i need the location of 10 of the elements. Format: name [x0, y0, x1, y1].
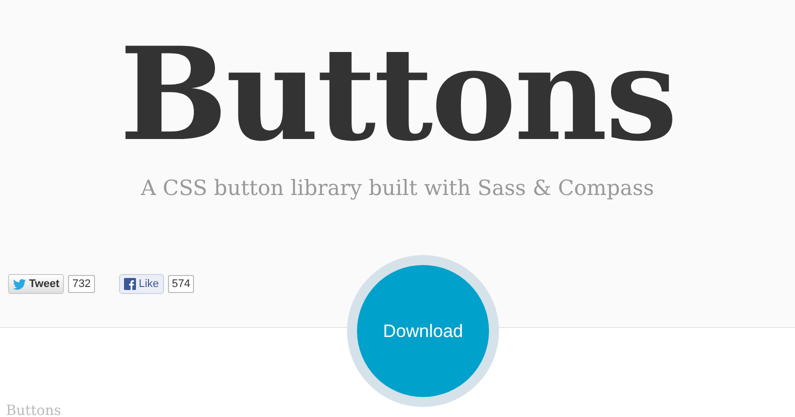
facebook-icon	[124, 278, 136, 290]
page-title: Buttons	[120, 20, 676, 170]
page-subtitle: A CSS button library built with Sass & Compass	[140, 176, 654, 200]
download-button[interactable]: Download	[357, 265, 489, 397]
like-button[interactable]: Like	[118, 274, 164, 294]
tweet-button[interactable]: Tweet	[8, 274, 64, 294]
section-heading: Buttons	[6, 403, 62, 417]
share-count: 732	[68, 275, 95, 293]
bird-icon	[13, 278, 26, 290]
share-count: 574	[168, 275, 194, 293]
